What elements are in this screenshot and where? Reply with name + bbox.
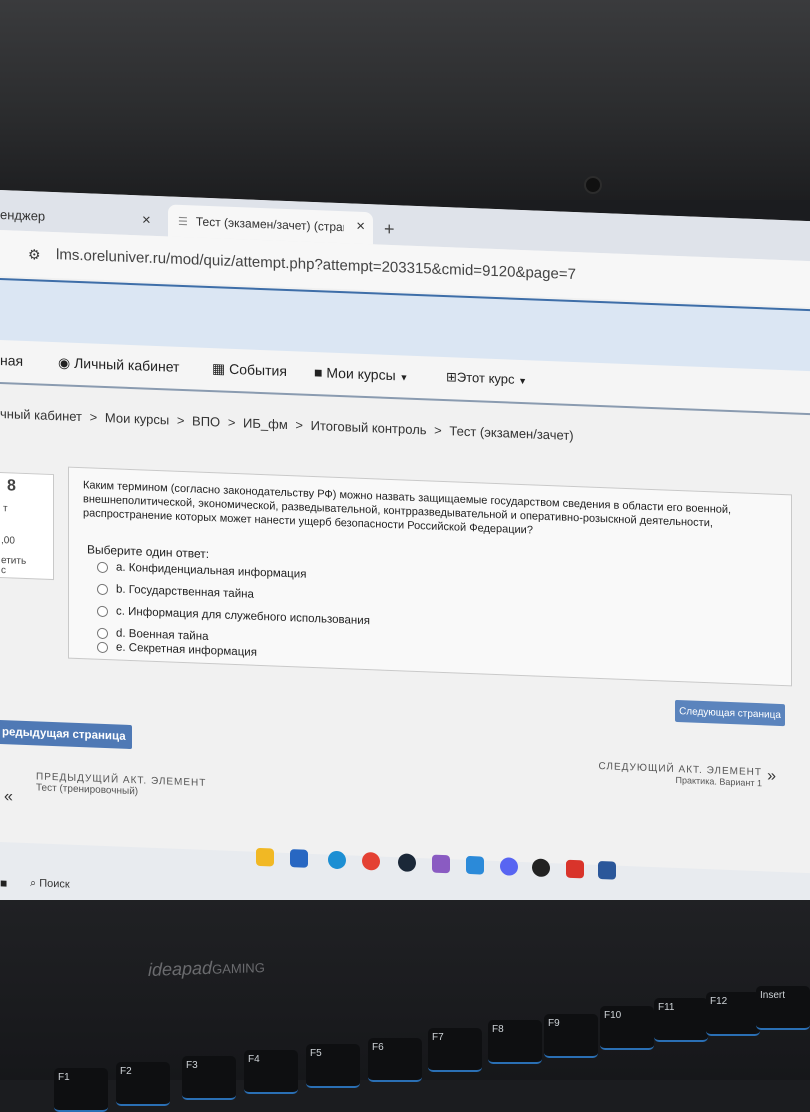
key-f12: F12 — [706, 992, 760, 1036]
key-f3: F3 — [182, 1056, 236, 1100]
breadcrumb-item[interactable]: ВПО — [192, 413, 220, 429]
radio-button[interactable] — [97, 561, 108, 573]
anydesk-icon[interactable] — [566, 859, 584, 879]
previous-page-button[interactable]: редыдущая страница — [0, 719, 132, 750]
radio-button[interactable] — [97, 583, 108, 595]
url-text[interactable]: lms.oreluniver.ru/mod/quiz/attempt.php?a… — [56, 246, 576, 283]
dashboard-icon: ◉ — [58, 354, 75, 371]
brand-name: ideapad — [148, 957, 213, 981]
windows-start-icon[interactable]: ■ — [0, 876, 7, 890]
new-tab-button[interactable]: + — [384, 219, 395, 240]
key-f10: F10 — [600, 1006, 654, 1050]
key-insert: Insert — [756, 986, 810, 1030]
mail-icon[interactable] — [290, 849, 308, 868]
breadcrumb-separator: > — [176, 412, 185, 429]
answer-prompt: Выберите один ответ: — [87, 542, 210, 562]
key-f1: F1 — [54, 1068, 108, 1112]
breadcrumb-separator: > — [227, 414, 236, 431]
briefcase-icon: ■ — [314, 364, 327, 381]
option-label: c. Информация для служебного использован… — [116, 605, 370, 628]
laptop-keyboard: ideapadGAMING F1 F2 F3 F4 F5 F6 F7 F8 F9… — [0, 900, 810, 1112]
breadcrumb-item[interactable]: Мои курсы — [105, 410, 169, 427]
nav-label: События — [229, 360, 287, 380]
key-f11: F11 — [654, 998, 708, 1042]
breadcrumb-item[interactable]: чный кабинет — [0, 406, 82, 424]
key-f7: F7 — [428, 1028, 482, 1072]
option-label: d. Военная тайна — [116, 627, 209, 644]
answer-option-a[interactable]: a. Конфиденциальная информация — [97, 561, 306, 581]
sitemap-icon: ⊞ — [446, 369, 457, 385]
previous-activity-link[interactable]: ПРЕДЫДУЩИЙ АКТ. ЭЛЕМЕНТ Тест (тренировоч… — [36, 771, 206, 800]
calendar-icon: ▦ — [212, 360, 230, 377]
search-icon: ⌕ — [30, 877, 40, 890]
laptop-bezel — [0, 0, 810, 200]
flag-question-c: с — [1, 565, 6, 577]
file-explorer-icon[interactable] — [256, 847, 274, 867]
breadcrumb-separator: > — [434, 422, 442, 438]
word-icon[interactable] — [598, 860, 616, 880]
breadcrumb-separator: > — [295, 417, 303, 433]
chrome-icon[interactable] — [362, 851, 380, 871]
nav-label: Мои курсы — [326, 364, 396, 384]
key-f2: F2 — [116, 1062, 170, 1106]
radio-button[interactable] — [97, 641, 108, 653]
edge-icon[interactable] — [328, 850, 346, 870]
answer-option-c[interactable]: c. Информация для служебного использован… — [97, 605, 370, 627]
app-icon[interactable] — [532, 858, 550, 878]
key-f8: F8 — [488, 1020, 542, 1064]
breadcrumb: чный кабинет > Мои курсы > ВПО > ИБ_фм >… — [0, 406, 578, 443]
doc-icon: ☰ — [178, 215, 188, 228]
question-number: 8 — [7, 477, 16, 495]
close-icon[interactable]: × — [142, 211, 151, 228]
chevron-down-icon: ▼ — [399, 372, 409, 383]
answer-option-b[interactable]: b. Государственная тайна — [97, 583, 254, 601]
next-activity-link[interactable]: СЛЕДУЮЩИЙ АКТ. ЭЛЕМЕНТ Практика. Вариант… — [599, 761, 762, 788]
nav-cabinet[interactable]: ◉ Личный кабинет — [58, 354, 179, 376]
brand-logo: ideapadGAMING — [148, 956, 265, 981]
question-info: 8 т ,00 етить с — [0, 471, 54, 581]
next-arrow-icon[interactable]: » — [767, 767, 776, 785]
question-score: ,00 — [1, 535, 15, 547]
key-f5: F5 — [306, 1044, 360, 1088]
option-label: b. Государственная тайна — [116, 583, 254, 601]
visual-studio-icon[interactable] — [432, 854, 450, 874]
chevron-down-icon: ▼ — [518, 375, 528, 387]
previous-arrow-icon[interactable]: « — [4, 788, 13, 806]
breadcrumb-separator: > — [89, 409, 98, 425]
breadcrumb-item[interactable]: Итоговый контроль — [311, 418, 427, 437]
brand-suffix: GAMING — [212, 959, 265, 977]
key-f4: F4 — [244, 1050, 298, 1094]
tab-title: енджер — [0, 206, 46, 224]
vscode-icon[interactable] — [466, 855, 484, 875]
site-settings-icon[interactable]: ⚙ — [28, 246, 41, 263]
radio-button[interactable] — [97, 605, 108, 617]
nav-home[interactable]: ная — [0, 352, 23, 369]
nav-label: Этот курс — [456, 369, 515, 387]
nav-this-course[interactable]: ⊞Этот курс ▼ — [446, 369, 527, 388]
tab-title: Тест (экзамен/зачет) (страниц — [195, 214, 344, 235]
option-label: a. Конфиденциальная информация — [116, 561, 307, 581]
answer-option-e[interactable]: e. Секретная информация — [97, 641, 257, 659]
next-page-button[interactable]: Следующая страница — [675, 699, 785, 727]
key-f9: F9 — [544, 1014, 598, 1058]
discord-icon[interactable] — [500, 857, 518, 876]
breadcrumb-item[interactable]: ИБ_фм — [243, 415, 288, 432]
webcam — [584, 176, 602, 194]
close-icon[interactable]: × — [356, 218, 365, 235]
key-f6: F6 — [368, 1038, 422, 1082]
steam-icon[interactable] — [398, 853, 416, 872]
search-label: Поиск — [39, 877, 70, 891]
question-text: Каким термином (согласно законодательств… — [83, 479, 732, 537]
nav-events[interactable]: ▦ События — [212, 360, 287, 380]
radio-button[interactable] — [97, 627, 108, 639]
option-label: e. Секретная информация — [116, 641, 257, 659]
nav-label: Личный кабинет — [74, 354, 180, 375]
taskbar-search[interactable]: ⌕ Поиск — [30, 877, 70, 892]
question-state: т — [3, 503, 8, 515]
question-card: Каким термином (согласно законодательств… — [68, 466, 792, 687]
nav-my-courses[interactable]: ■ Мои курсы ▼ — [314, 364, 408, 384]
browser-window: енджер × ☰ Тест (экзамен/зачет) (страниц… — [0, 190, 810, 932]
breadcrumb-item[interactable]: Тест (экзамен/зачет) — [449, 423, 573, 443]
